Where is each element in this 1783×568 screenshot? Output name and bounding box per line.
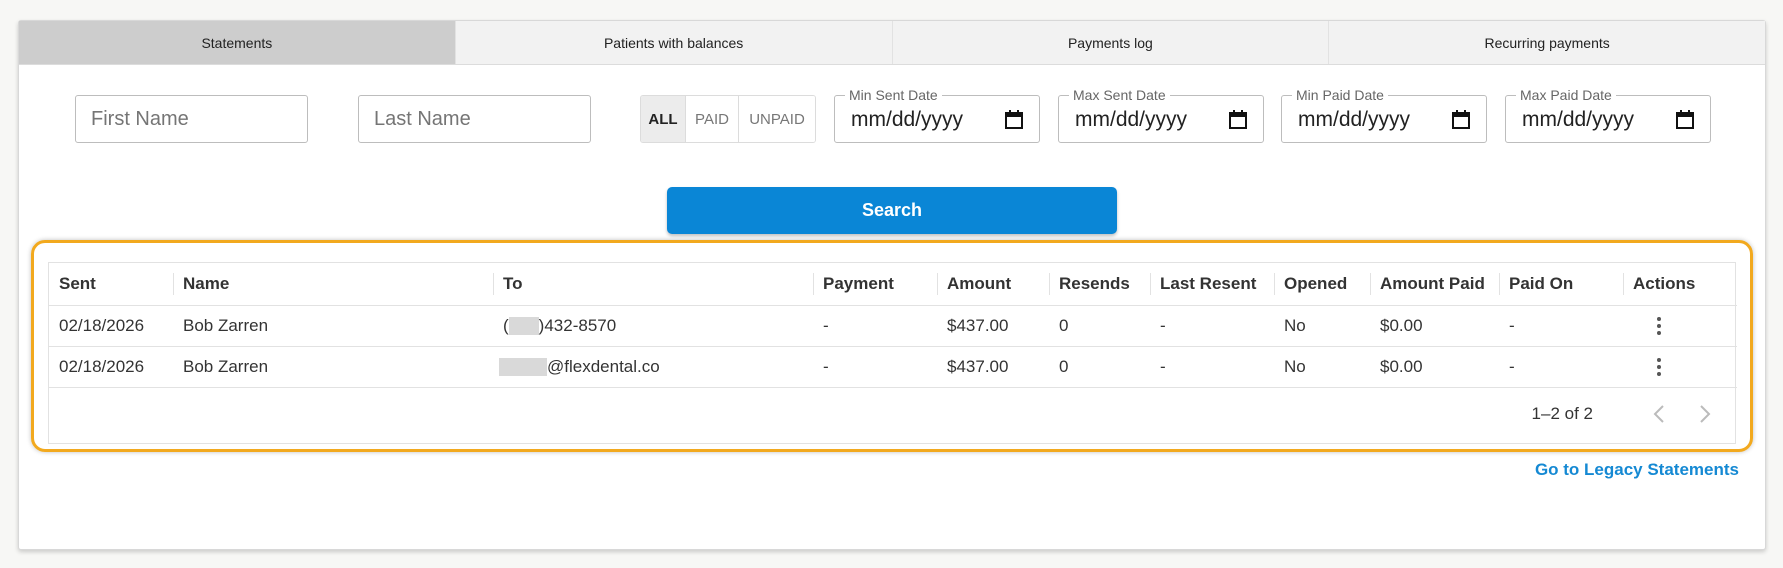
tab-payments-log[interactable]: Payments log	[891, 21, 1329, 64]
min-paid-date-value: mm/dd/yyyy	[1298, 108, 1411, 131]
cell-opened: No	[1274, 346, 1370, 388]
cell-paid-on: -	[1499, 346, 1623, 388]
legacy-statements-link[interactable]: Go to Legacy Statements	[1535, 460, 1739, 480]
status-toggle: ALL PAID UNPAID	[640, 95, 816, 143]
calendar-icon[interactable]	[1676, 110, 1694, 129]
tab-statements[interactable]: Statements	[19, 21, 455, 64]
calendar-icon[interactable]	[1005, 110, 1023, 129]
cell-last-resent: -	[1150, 305, 1274, 347]
cell-sent: 02/18/2026	[49, 346, 173, 388]
cell-amount: $437.00	[937, 305, 1049, 347]
search-button[interactable]: Search	[667, 187, 1117, 234]
max-paid-date-field[interactable]: Max Paid Date mm/dd/yyyy	[1505, 87, 1711, 143]
last-name-input[interactable]	[358, 95, 591, 143]
cell-actions	[1623, 305, 1737, 347]
cell-sent: 02/18/2026	[49, 305, 173, 347]
status-paid-button[interactable]: PAID	[685, 96, 738, 142]
filter-bar: ALL PAID UNPAID Min Sent Date mm/dd/yyyy…	[19, 87, 1765, 145]
kebab-menu-icon[interactable]	[1657, 314, 1661, 338]
column-header-sent[interactable]: Sent	[49, 263, 173, 306]
min-sent-date-value: mm/dd/yyyy	[851, 108, 964, 131]
max-paid-date-label: Max Paid Date	[1516, 87, 1616, 103]
cell-to: ()432-8570	[493, 305, 813, 347]
min-paid-date-field[interactable]: Min Paid Date mm/dd/yyyy	[1281, 87, 1487, 143]
to-suffix: )432-8570	[538, 315, 617, 335]
chevron-right-icon[interactable]	[1689, 398, 1721, 430]
pagination-range: 1–2 of 2	[1531, 404, 1593, 423]
min-paid-date-label: Min Paid Date	[1292, 87, 1388, 103]
redaction-block	[508, 317, 539, 336]
status-unpaid-button[interactable]: UNPAID	[738, 96, 815, 142]
cell-payment: -	[813, 346, 937, 388]
cell-opened: No	[1274, 305, 1370, 347]
statements-table-container: Sent Name To Payment Amount Resends Last…	[48, 262, 1737, 444]
column-header-opened[interactable]: Opened	[1274, 263, 1370, 306]
kebab-menu-icon[interactable]	[1657, 355, 1661, 379]
cell-last-resent: -	[1150, 346, 1274, 388]
column-header-name[interactable]: Name	[173, 263, 493, 306]
column-header-resends[interactable]: Resends	[1049, 263, 1150, 306]
max-sent-date-label: Max Sent Date	[1069, 87, 1170, 103]
statements-table: Sent Name To Payment Amount Resends Last…	[49, 263, 1737, 388]
column-header-paid-on[interactable]: Paid On	[1499, 263, 1623, 306]
max-sent-date-value: mm/dd/yyyy	[1075, 108, 1188, 131]
min-sent-date-label: Min Sent Date	[845, 87, 942, 103]
cell-actions	[1623, 346, 1737, 388]
tab-bar: Statements Patients with balances Paymen…	[19, 21, 1765, 65]
first-name-input[interactable]	[75, 95, 308, 143]
calendar-icon[interactable]	[1229, 110, 1247, 129]
cell-paid-on: -	[1499, 305, 1623, 347]
pagination: 1–2 of 2	[49, 385, 1735, 443]
column-header-amount[interactable]: Amount	[937, 263, 1049, 306]
cell-resends: 0	[1049, 346, 1150, 388]
calendar-icon[interactable]	[1452, 110, 1470, 129]
cell-payment: -	[813, 305, 937, 347]
cell-to: @flexdental.co	[493, 346, 813, 388]
to-suffix: @flexdental.co	[547, 356, 660, 376]
tab-recurring-payments[interactable]: Recurring payments	[1328, 21, 1765, 64]
cell-resends: 0	[1049, 305, 1150, 347]
cell-amount: $437.00	[937, 346, 1049, 388]
min-sent-date-field[interactable]: Min Sent Date mm/dd/yyyy	[834, 87, 1040, 143]
column-header-actions: Actions	[1623, 263, 1737, 306]
column-header-amount-paid[interactable]: Amount Paid	[1370, 263, 1499, 306]
status-all-button[interactable]: ALL	[641, 96, 685, 142]
column-header-payment[interactable]: Payment	[813, 263, 937, 306]
cell-name: Bob Zarren	[173, 346, 493, 388]
table-row[interactable]: 02/18/2026 Bob Zarren @flexdental.co - $…	[49, 346, 1737, 388]
cell-amount-paid: $0.00	[1370, 305, 1499, 347]
table-header-row: Sent Name To Payment Amount Resends Last…	[49, 263, 1737, 306]
max-sent-date-field[interactable]: Max Sent Date mm/dd/yyyy	[1058, 87, 1264, 143]
cell-name: Bob Zarren	[173, 305, 493, 347]
tab-patients-with-balances[interactable]: Patients with balances	[454, 21, 892, 64]
column-header-to[interactable]: To	[493, 263, 813, 306]
table-row[interactable]: 02/18/2026 Bob Zarren ()432-8570 - $437.…	[49, 305, 1737, 347]
cell-amount-paid: $0.00	[1370, 346, 1499, 388]
chevron-left-icon[interactable]	[1643, 398, 1675, 430]
redaction-block	[499, 358, 547, 377]
column-header-last-resent[interactable]: Last Resent	[1150, 263, 1274, 306]
max-paid-date-value: mm/dd/yyyy	[1522, 108, 1635, 131]
